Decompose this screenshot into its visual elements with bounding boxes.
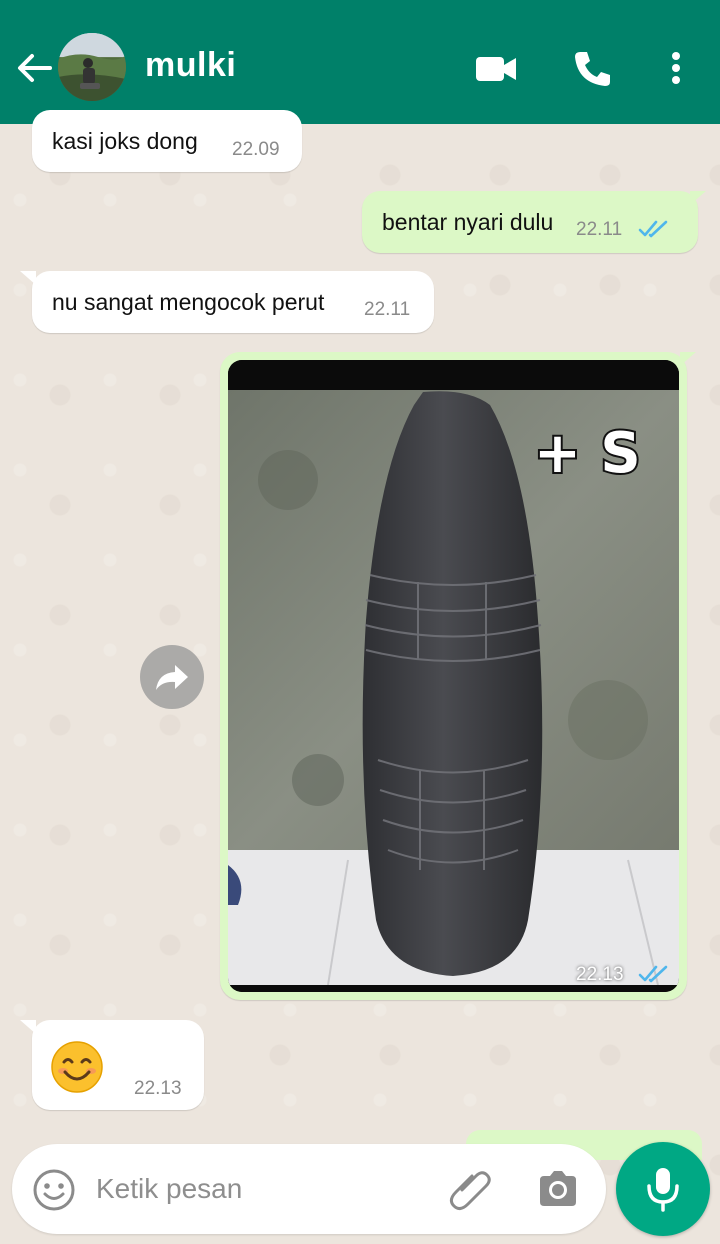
arrow-left-icon — [18, 54, 52, 82]
double-check-read-icon — [638, 220, 668, 238]
paperclip-icon — [449, 1171, 491, 1211]
avatar-photo — [58, 33, 126, 101]
camera-button[interactable] — [536, 1168, 580, 1210]
emoji-button[interactable] — [32, 1168, 76, 1212]
message-time: 22.11 — [364, 299, 411, 320]
forward-icon — [156, 665, 188, 690]
message-text: nu sangat mengocok perut — [52, 289, 325, 315]
bubble-tail — [20, 1020, 36, 1034]
svg-text:+ S: + S — [534, 421, 641, 486]
chat-header: mulki — [0, 0, 720, 124]
more-options-button[interactable] — [660, 48, 692, 88]
photo-content: + S — [228, 360, 679, 992]
message-time: 22.13 — [134, 1078, 182, 1099]
microphone-icon — [647, 1168, 679, 1212]
message-incoming[interactable]: nu sangat mengocok perut 22.11 — [32, 271, 434, 333]
smiling-face-emoji — [51, 1041, 103, 1093]
voice-message-button[interactable] — [616, 1142, 710, 1236]
message-text: kasi joks dong — [52, 128, 198, 154]
sticker-text: + S — [532, 419, 643, 488]
video-camera-icon — [476, 57, 516, 81]
image-message[interactable]: + S 22.13 — [220, 352, 687, 1000]
camera-icon — [540, 1171, 576, 1206]
bubble-tail — [20, 271, 36, 285]
message-time: 22.11 — [576, 219, 623, 240]
phone-icon — [575, 52, 610, 86]
message-incoming-emoji[interactable]: 22.13 — [32, 1020, 204, 1110]
bubble-tail — [690, 191, 706, 205]
video-call-button[interactable] — [472, 50, 520, 88]
message-incoming[interactable]: kasi joks dong 22.09 — [32, 110, 302, 172]
contact-name[interactable]: mulki — [145, 46, 236, 85]
message-text: bentar nyari dulu — [382, 209, 554, 235]
image-time: 22.13 — [576, 964, 624, 985]
back-button[interactable] — [14, 50, 54, 86]
message-composer — [12, 1144, 606, 1234]
attach-button[interactable] — [448, 1166, 492, 1212]
contact-avatar[interactable] — [58, 33, 126, 101]
photo-motorcycle-seat[interactable]: + S — [228, 360, 679, 992]
message-input[interactable] — [96, 1166, 426, 1212]
voice-call-button[interactable] — [570, 48, 614, 90]
bubble-tail — [680, 352, 696, 366]
more-vertical-icon — [672, 52, 680, 84]
smiley-icon — [33, 1169, 75, 1211]
message-time: 22.09 — [232, 139, 280, 160]
forward-button[interactable] — [140, 645, 204, 709]
double-check-read-icon — [638, 965, 668, 983]
message-outgoing[interactable]: bentar nyari dulu 22.11 — [362, 191, 698, 253]
